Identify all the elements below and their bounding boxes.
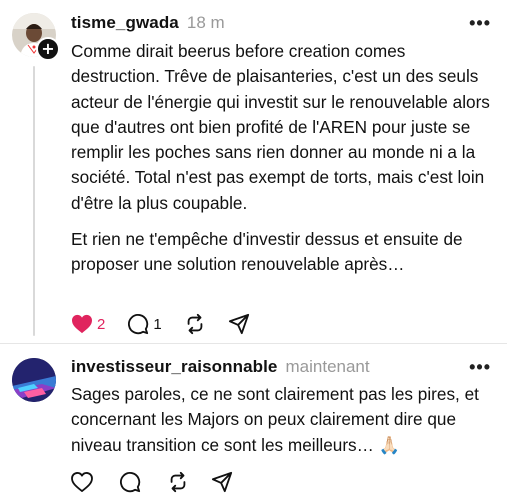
repost-button[interactable] <box>167 471 189 493</box>
like-button[interactable]: 2 <box>71 314 105 334</box>
post-actions: 2 1 <box>71 312 272 336</box>
follow-plus-button[interactable]: + <box>36 37 60 61</box>
avatar-tisme-gwada-wrap[interactable]: + <box>12 13 60 61</box>
timestamp: maintenant <box>285 357 370 376</box>
more-icon[interactable]: ••• <box>469 14 491 32</box>
post-text: Sages paroles, ce ne sont clairement pas… <box>71 382 496 469</box>
reply-button[interactable] <box>119 471 145 493</box>
post-header: tisme_gwada 18 m ••• <box>71 11 491 35</box>
share-button[interactable] <box>228 313 250 335</box>
share-button[interactable] <box>211 471 233 493</box>
post-divider <box>0 343 507 344</box>
username[interactable]: investisseur_raisonnable <box>71 357 278 377</box>
like-button[interactable] <box>71 472 97 492</box>
post-paragraph: Sages paroles, ce ne sont clairement pas… <box>71 384 479 455</box>
post-header: investisseur_raisonnable maintenant ••• <box>71 355 491 379</box>
send-icon <box>211 471 233 493</box>
repost-icon <box>170 471 186 493</box>
reply-button[interactable]: 1 <box>127 313 162 335</box>
send-icon <box>228 313 249 335</box>
comment-icon <box>120 472 141 493</box>
repost-icon <box>187 313 203 335</box>
comment-icon <box>128 314 149 335</box>
repost-button[interactable] <box>184 313 206 335</box>
avatar[interactable] <box>12 358 56 402</box>
reply-count: 1 <box>153 315 162 333</box>
heart-icon <box>71 472 93 492</box>
thread-line <box>33 66 35 336</box>
timestamp: 18 m <box>186 13 225 32</box>
more-icon[interactable]: ••• <box>469 358 491 376</box>
post-paragraph: Comme dirait beerus before creation come… <box>71 41 490 213</box>
like-count: 2 <box>97 315 106 333</box>
avatar-image <box>12 358 56 402</box>
post-paragraph: Et rien ne t'empêche d'investir dessus e… <box>71 229 463 275</box>
post-actions <box>71 470 255 494</box>
heart-icon <box>72 314 92 334</box>
post-text: Comme dirait beerus before creation come… <box>71 39 496 289</box>
avatar-investisseur-wrap[interactable] <box>12 358 56 402</box>
username[interactable]: tisme_gwada <box>71 13 179 33</box>
